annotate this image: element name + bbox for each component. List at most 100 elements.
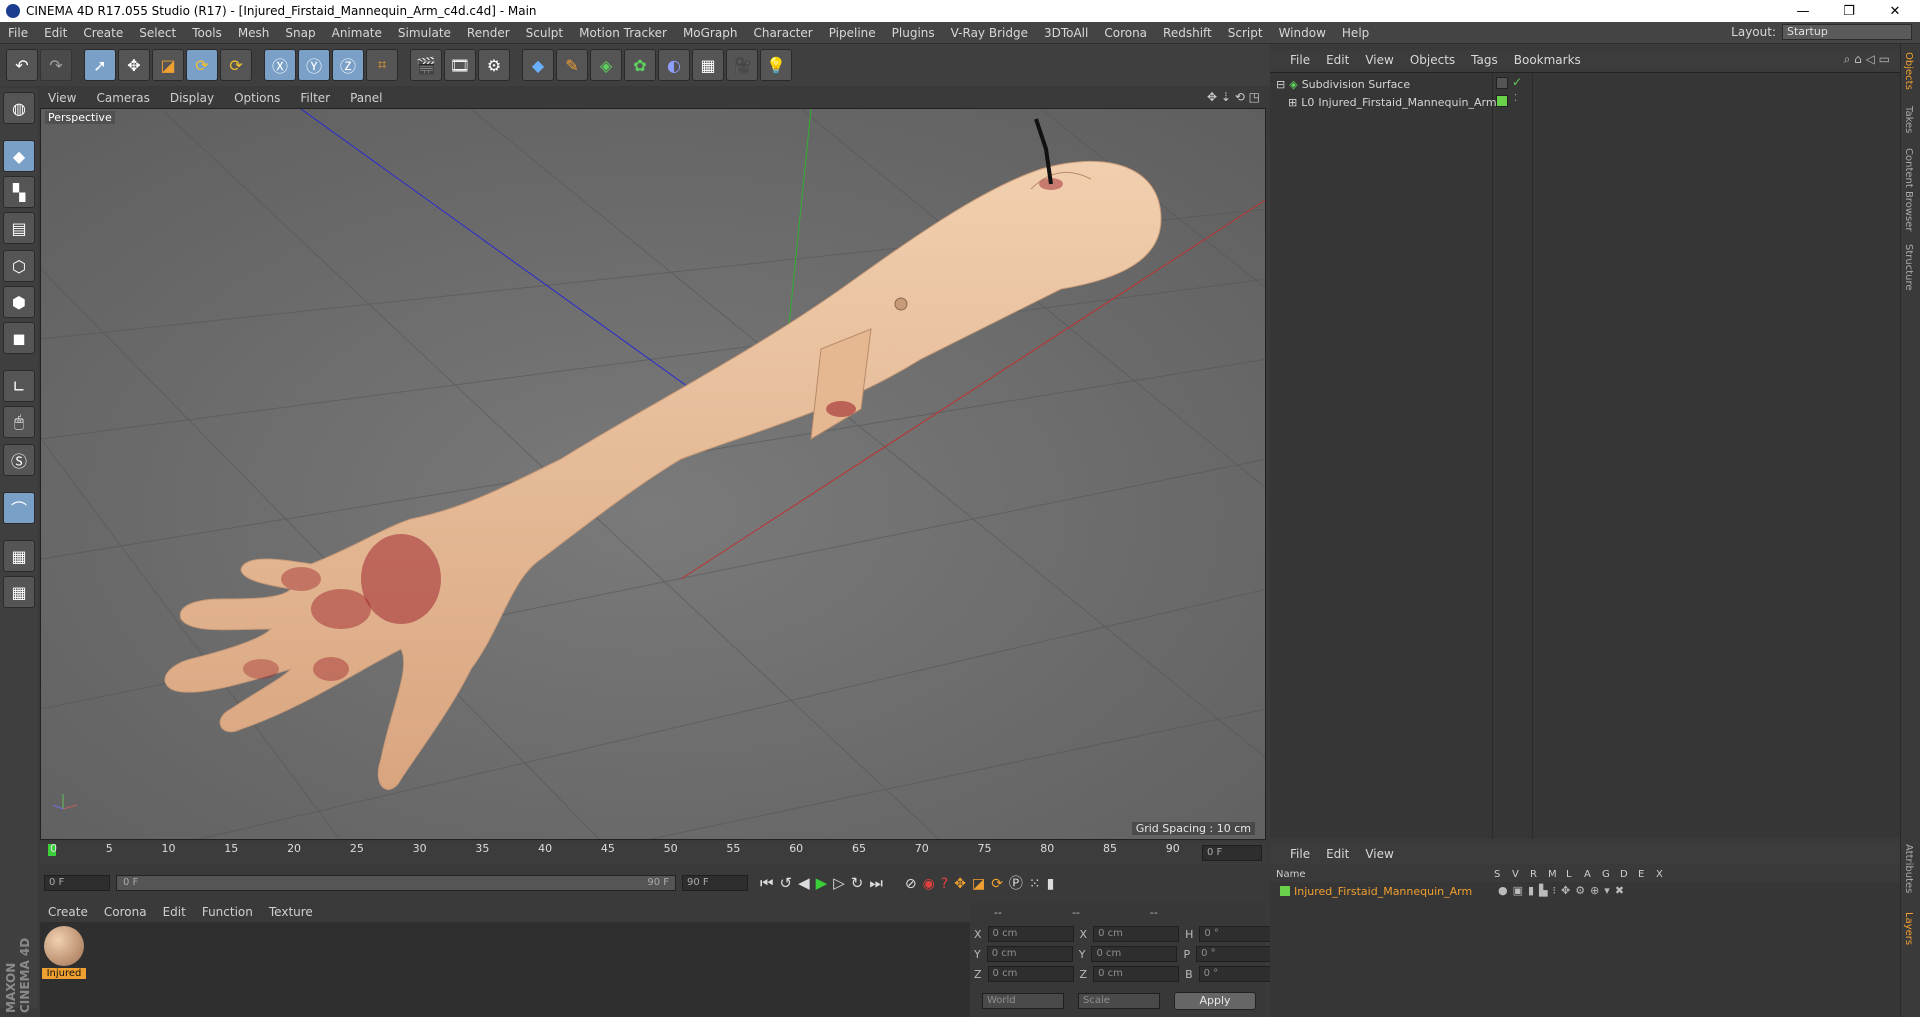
- mat-menu-function[interactable]: Function: [194, 905, 261, 919]
- subdivision-icon[interactable]: ◈: [590, 49, 622, 81]
- size-z-field[interactable]: 0 cm: [1093, 966, 1180, 982]
- next-key-icon[interactable]: ↻: [851, 874, 870, 892]
- cube-icon[interactable]: ◆: [522, 49, 554, 81]
- obj-menu-view[interactable]: View: [1357, 53, 1401, 67]
- tab-layers[interactable]: Layers: [1903, 912, 1914, 945]
- pen-spline-icon[interactable]: ✎: [556, 49, 588, 81]
- current-frame-field[interactable]: 0 F: [1202, 845, 1262, 861]
- menu-snap[interactable]: Snap: [277, 26, 323, 40]
- key-rotate-icon[interactable]: ⟳: [991, 876, 1009, 892]
- obj-search-icon[interactable]: ⌕ ⌂ ◁ ▭: [1844, 52, 1890, 67]
- rotate-icon[interactable]: ⟳: [186, 49, 218, 81]
- menu-pipeline[interactable]: Pipeline: [821, 26, 884, 40]
- make-editable-icon[interactable]: ◍: [3, 92, 35, 124]
- menu-motion-tracker[interactable]: Motion Tracker: [571, 26, 675, 40]
- size-y-field[interactable]: 0 cm: [1091, 946, 1178, 962]
- layer-tag-icon[interactable]: [1496, 77, 1508, 89]
- visibility-dots-icon[interactable]: ⁚: [1514, 93, 1517, 104]
- record-icon[interactable]: ⊘: [905, 876, 923, 892]
- points-mode-icon[interactable]: ⬡: [3, 250, 35, 282]
- layer-menu-view[interactable]: View: [1357, 847, 1401, 861]
- lock-workplane-icon[interactable]: ▦: [3, 540, 35, 572]
- start-frame-field[interactable]: 0 F: [44, 875, 110, 891]
- scale-icon[interactable]: ◪: [152, 49, 184, 81]
- obj-menu-file[interactable]: File: [1282, 53, 1318, 67]
- select-arrow-icon[interactable]: ➚: [84, 49, 116, 81]
- menu-redshift[interactable]: Redshift: [1155, 26, 1220, 40]
- frame-range-slider[interactable]: 0 F 90 F: [116, 875, 676, 891]
- position-y-field[interactable]: 0 cm: [986, 946, 1073, 962]
- end-frame-field[interactable]: 90 F: [682, 875, 748, 891]
- layer-row[interactable]: Injured_Firstaid_Mannequin_Arm: [1280, 882, 1472, 900]
- mat-menu-corona[interactable]: Corona: [96, 905, 155, 919]
- menu-plugins[interactable]: Plugins: [884, 26, 943, 40]
- menu-create[interactable]: Create: [75, 26, 131, 40]
- menu-vray-bridge[interactable]: V-Ray Bridge: [943, 26, 1036, 40]
- tab-structure[interactable]: Structure: [1903, 244, 1914, 291]
- deformer-icon[interactable]: ◐: [658, 49, 690, 81]
- minimize-button[interactable]: —: [1780, 0, 1826, 22]
- snap-icon[interactable]: Ⓢ: [3, 444, 35, 476]
- tab-attributes[interactable]: Attributes: [1903, 844, 1914, 893]
- tweak-mode-icon[interactable]: 🖱: [3, 406, 35, 438]
- obj-menu-bookmarks[interactable]: Bookmarks: [1506, 53, 1589, 67]
- texture-mode-icon[interactable]: ▚: [3, 176, 35, 208]
- render-picture-viewer-icon[interactable]: 🎞: [444, 49, 476, 81]
- viewport-menu-panel[interactable]: Panel: [340, 91, 392, 105]
- menu-help[interactable]: Help: [1334, 26, 1377, 40]
- render-view-icon[interactable]: 🎬: [410, 49, 442, 81]
- apply-button[interactable]: Apply: [1174, 992, 1256, 1010]
- help-icon[interactable]: ?: [941, 876, 954, 892]
- menu-animate[interactable]: Animate: [324, 26, 390, 40]
- position-z-field[interactable]: 0 cm: [987, 966, 1074, 982]
- z-axis-icon[interactable]: Ⓩ: [332, 49, 364, 81]
- menu-character[interactable]: Character: [745, 26, 820, 40]
- tab-takes[interactable]: Takes: [1903, 106, 1914, 133]
- viewport-menu-options[interactable]: Options: [224, 91, 290, 105]
- go-to-end-icon[interactable]: ⏭: [869, 874, 889, 892]
- key-move-icon[interactable]: ✥: [954, 876, 972, 892]
- size-x-field[interactable]: 0 cm: [1093, 926, 1180, 942]
- x-axis-icon[interactable]: Ⓧ: [264, 49, 296, 81]
- viewport-menu-display[interactable]: Display: [160, 91, 224, 105]
- autokey-icon[interactable]: ◉: [923, 876, 941, 892]
- prev-key-icon[interactable]: ↺: [780, 874, 799, 892]
- viewport-perspective[interactable]: Perspective Grid Spacing : 10 cm: [40, 108, 1266, 840]
- object-row[interactable]: ⊞ L0 Injured_Firstaid_Mannequin_Arm: [1288, 93, 1497, 111]
- menu-script[interactable]: Script: [1220, 26, 1271, 40]
- position-x-field[interactable]: 0 cm: [987, 926, 1074, 942]
- menu-mesh[interactable]: Mesh: [230, 26, 278, 40]
- light-icon[interactable]: 💡: [760, 49, 792, 81]
- play-icon[interactable]: ▶: [816, 874, 834, 892]
- tab-content-browser[interactable]: Content Browser: [1903, 148, 1914, 231]
- object-row[interactable]: ⊟ ◈ Subdivision Surface: [1276, 75, 1410, 93]
- menu-edit[interactable]: Edit: [36, 26, 75, 40]
- menu-tools[interactable]: Tools: [184, 26, 230, 40]
- magnet-icon[interactable]: ⌒: [3, 492, 35, 524]
- layer-color-icon[interactable]: [1496, 95, 1508, 107]
- mat-menu-texture[interactable]: Texture: [261, 905, 321, 919]
- move-icon[interactable]: ✥: [118, 49, 150, 81]
- render-settings-icon[interactable]: ⚙: [478, 49, 510, 81]
- obj-menu-edit[interactable]: Edit: [1318, 53, 1357, 67]
- mat-menu-edit[interactable]: Edit: [155, 905, 194, 919]
- mat-menu-create[interactable]: Create: [40, 905, 96, 919]
- next-frame-icon[interactable]: ▷: [833, 874, 851, 892]
- array-icon[interactable]: ✿: [624, 49, 656, 81]
- polygons-mode-icon[interactable]: ◼: [3, 322, 35, 354]
- camera-icon[interactable]: 🎥: [726, 49, 758, 81]
- viewport-nav-icon[interactable]: ✥ ⇣ ⟲ ◳: [1207, 90, 1260, 104]
- menu-corona[interactable]: Corona: [1096, 26, 1155, 40]
- prev-frame-icon[interactable]: ◀: [798, 874, 816, 892]
- layer-menu-file[interactable]: File: [1282, 847, 1318, 861]
- expand-toggle-icon[interactable]: ⊞: [1288, 96, 1297, 109]
- planar-workplane-icon[interactable]: ▦: [3, 576, 35, 608]
- redo-icon[interactable]: ↷: [40, 49, 72, 81]
- y-axis-icon[interactable]: Ⓨ: [298, 49, 330, 81]
- coord-mode-dropdown[interactable]: Scale: [1078, 993, 1160, 1009]
- menu-window[interactable]: Window: [1271, 26, 1334, 40]
- recent-tool-icon[interactable]: ⟳: [220, 49, 252, 81]
- menu-mograph[interactable]: MoGraph: [675, 26, 746, 40]
- floor-icon[interactable]: ▦: [692, 49, 724, 81]
- tab-objects[interactable]: Objects: [1903, 52, 1914, 90]
